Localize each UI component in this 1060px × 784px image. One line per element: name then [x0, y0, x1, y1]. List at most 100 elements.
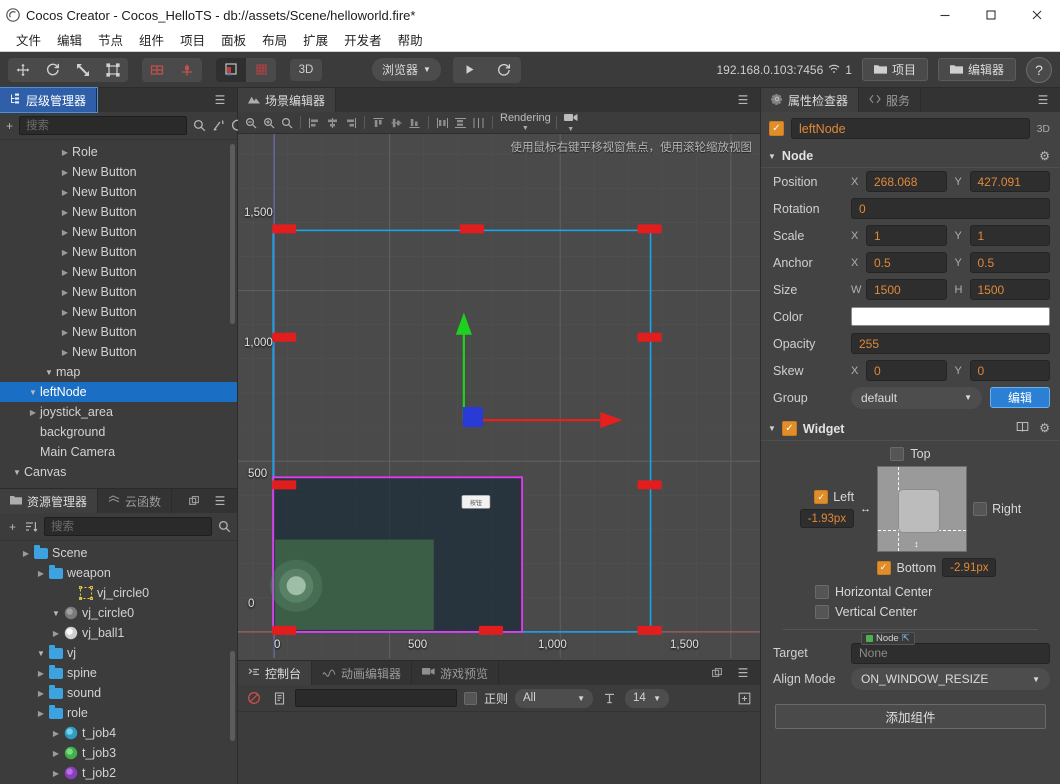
tab-scene-editor[interactable]: 场景编辑器 [238, 88, 336, 112]
node-enabled-checkbox[interactable]: ✓ [769, 121, 784, 136]
asset-item-vj-ball1[interactable]: ▶vj_ball1 [0, 623, 237, 643]
hierarchy-node-background[interactable]: background [0, 422, 237, 442]
rendering-dropdown[interactable]: Rendering ▼ [500, 113, 551, 132]
assets-scrollbar[interactable] [230, 651, 235, 741]
rect-tool-icon[interactable] [98, 58, 128, 82]
hierarchy-node-new-button[interactable]: ▶New Button [0, 222, 237, 242]
gear-icon[interactable]: ⚙ [1039, 421, 1050, 436]
chevron-right-icon[interactable]: ▶ [58, 222, 72, 242]
help-doc-icon[interactable] [1016, 421, 1029, 436]
tab-console[interactable]: 控制台 [238, 661, 312, 685]
menu-item-file[interactable]: 文件 [8, 30, 49, 52]
hierarchy-node-leftnode[interactable]: ▼leftNode [0, 382, 237, 402]
hierarchy-node-canvas[interactable]: ▼Canvas [0, 462, 237, 482]
tab-assets[interactable]: 资源管理器 [0, 489, 98, 513]
align-top-icon[interactable] [370, 114, 387, 132]
tab-game-preview[interactable]: 游戏预览 [412, 661, 499, 685]
scale-tool-icon[interactable] [68, 58, 98, 82]
widget-right-checkbox[interactable] [973, 502, 987, 516]
node-section-header[interactable]: ▼ Node ⚙ [761, 145, 1060, 168]
hierarchy-node-map[interactable]: ▼map [0, 362, 237, 382]
play-button[interactable] [453, 57, 487, 83]
hierarchy-node-new-button[interactable]: ▶New Button [0, 322, 237, 342]
console-output[interactable] [238, 711, 760, 784]
widget-left-checkbox[interactable]: ✓ [814, 490, 828, 504]
scale-x-field[interactable]: 1 [866, 225, 947, 246]
menu-item-developer[interactable]: 开发者 [336, 30, 390, 52]
camera-dropdown[interactable]: ▼ [564, 113, 578, 133]
regex-checkbox[interactable] [464, 692, 477, 705]
chevron-down-icon[interactable]: ▼ [42, 362, 56, 382]
sort-icon[interactable] [25, 518, 38, 536]
hierarchy-node-main-camera[interactable]: Main Camera [0, 442, 237, 462]
log-level-dropdown[interactable]: All ▼ [515, 689, 593, 708]
chevron-right-icon[interactable]: ▶ [19, 543, 33, 563]
anchor-x-field[interactable]: 0.5 [866, 252, 947, 273]
move-tool-icon[interactable] [8, 58, 38, 82]
chevron-right-icon[interactable]: ▶ [58, 262, 72, 282]
font-size-dropdown[interactable]: 14 ▼ [625, 689, 669, 708]
help-button[interactable]: ? [1026, 57, 1052, 83]
chevron-down-icon[interactable]: ▼ [26, 382, 40, 402]
widget-horizontal-center-checkbox[interactable] [815, 585, 829, 599]
chevron-right-icon[interactable]: ▶ [58, 242, 72, 262]
hierarchy-scrollbar[interactable] [230, 144, 235, 324]
menu-icon[interactable]: ☰ [734, 91, 752, 109]
open-project-button[interactable]: 项目 [862, 58, 928, 81]
reload-button[interactable] [487, 57, 521, 83]
gizmo-toggle-icon[interactable] [216, 58, 246, 82]
console-filter-input[interactable] [295, 689, 457, 707]
locate-icon[interactable]: ⇱ [902, 633, 910, 644]
close-button[interactable] [1014, 0, 1060, 30]
position-x-field[interactable]: 268.068 [866, 171, 947, 192]
tab-cloud-functions[interactable]: 云函数 [98, 489, 172, 513]
chevron-right-icon[interactable]: ▶ [49, 723, 63, 743]
maximize-button[interactable] [968, 0, 1014, 30]
search-icon[interactable] [193, 117, 206, 135]
zoom-in-icon[interactable] [260, 114, 277, 132]
hierarchy-node-new-button[interactable]: ▶New Button [0, 302, 237, 322]
widget-left-value[interactable]: -1.93px [800, 509, 854, 528]
menu-item-edit[interactable]: 编辑 [49, 30, 90, 52]
hierarchy-node-new-button[interactable]: ▶New Button [0, 202, 237, 222]
menu-item-help[interactable]: 帮助 [390, 30, 431, 52]
hierarchy-node-new-button[interactable]: ▶New Button [0, 342, 237, 362]
asset-item-vj-circle0[interactable]: vj_circle0 [0, 583, 237, 603]
size-w-field[interactable]: 1500 [866, 279, 947, 300]
asset-item-t-job2[interactable]: ▶t_job2 [0, 763, 237, 783]
align-h-center-icon[interactable] [324, 114, 341, 132]
clear-console-icon[interactable] [245, 689, 263, 707]
assets-search-input[interactable] [44, 517, 212, 536]
chevron-right-icon[interactable]: ▶ [58, 322, 72, 342]
chevron-right-icon[interactable]: ▶ [49, 743, 63, 763]
popout-icon[interactable] [185, 492, 203, 510]
skew-y-field[interactable]: 0 [970, 360, 1051, 381]
pivot-toggle-icon[interactable] [142, 58, 172, 82]
chevron-right-icon[interactable]: ▶ [49, 623, 63, 643]
chevron-right-icon[interactable]: ▶ [58, 342, 72, 362]
widget-target-field[interactable]: None [851, 643, 1050, 664]
distribute-h-icon[interactable] [434, 114, 451, 132]
scene-canvas[interactable]: 按钮 [238, 134, 760, 658]
position-y-field[interactable]: 427.091 [970, 171, 1051, 192]
assets-tree[interactable]: ▶Scene▶weaponvj_circle0▼vj_circle0▶vj_ba… [0, 541, 237, 784]
hierarchy-node-joystick-area[interactable]: ▶joystick_area [0, 402, 237, 422]
asset-item-t-job3[interactable]: ▶t_job3 [0, 743, 237, 763]
chevron-right-icon[interactable]: ▶ [58, 202, 72, 222]
opacity-field[interactable]: 255 [851, 333, 1050, 354]
group-edit-button[interactable]: 编辑 [990, 387, 1050, 408]
widget-target-chip[interactable]: Node ⇱ [861, 632, 915, 645]
chevron-right-icon[interactable]: ▶ [34, 683, 48, 703]
chevron-right-icon[interactable]: ▶ [26, 402, 40, 422]
widget-align-mode-dropdown[interactable]: ON_WINDOW_RESIZE ▼ [851, 668, 1050, 690]
chevron-right-icon[interactable]: ▶ [34, 703, 48, 723]
widget-vertical-center-checkbox[interactable] [815, 605, 829, 619]
mode-3d-button[interactable]: 3D [290, 59, 322, 81]
chevron-down-icon[interactable]: ▼ [49, 603, 63, 623]
chevron-down-icon[interactable]: ▼ [10, 462, 24, 482]
add-component-button[interactable]: 添加组件 [775, 704, 1046, 729]
tab-service[interactable]: 服务 [859, 88, 921, 112]
size-h-field[interactable]: 1500 [970, 279, 1051, 300]
copy-console-icon[interactable] [270, 689, 288, 707]
chevron-right-icon[interactable]: ▶ [49, 763, 63, 783]
